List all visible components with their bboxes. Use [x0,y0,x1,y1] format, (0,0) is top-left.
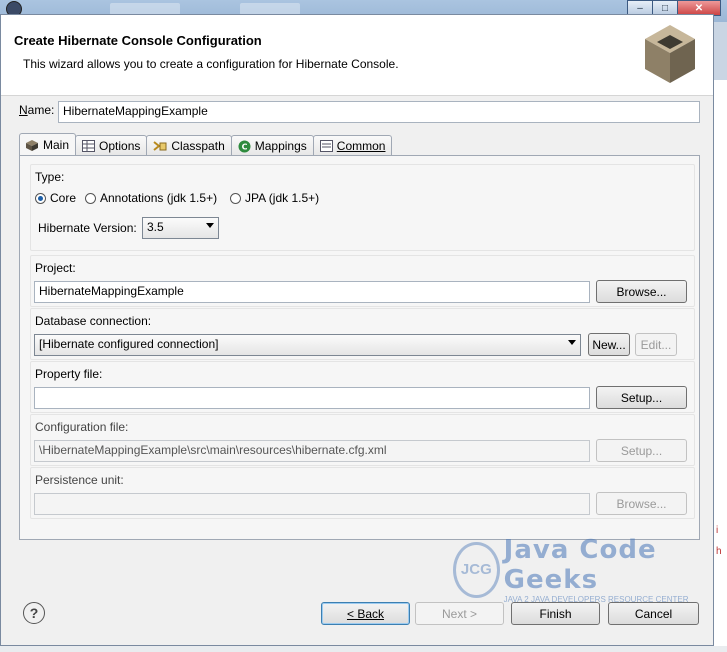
persistence-unit-input[interactable] [34,493,590,515]
radio-annotations-indicator [85,192,96,204]
radio-annotations-label: Annotations (jdk 1.5+) [100,191,218,205]
hibernate-logo-icon [645,25,695,83]
configuration-file-input[interactable]: \HibernateMappingExample\src\main\resour… [34,440,590,462]
next-button[interactable]: Next > [415,602,504,625]
tab-classpath-label: Classpath [171,139,225,153]
configuration-file-label: Configuration file: [35,420,129,434]
mappings-icon: C [238,140,251,152]
hibernate-version-value: 3.5 [147,220,164,234]
radio-jpa-label: JPA (jdk 1.5+) [245,191,320,205]
hibernate-version-select[interactable]: 3.5 [142,217,219,239]
main-tab-panel: Type: Core Annotations (jdk 1.5+) JPA (j… [19,155,700,540]
chevron-down-icon [206,223,214,228]
tab-options-label: Options [99,139,141,153]
svg-text:C: C [241,142,247,151]
radio-core[interactable]: Core [35,191,76,205]
property-group: Property file: Setup... [30,361,695,413]
project-input[interactable]: HibernateMappingExample [34,281,590,303]
persistence-browse-button[interactable]: Browse... [596,492,687,515]
configuration-setup-button[interactable]: Setup... [596,439,687,462]
taskbar-strip [0,646,727,652]
property-file-input[interactable] [34,387,590,409]
watermark-title: Java Code Geeks [503,535,657,595]
tab-main[interactable]: Main [19,133,77,156]
tab-classpath[interactable]: Classpath [146,135,232,156]
project-browse-button[interactable]: Browse... [596,280,687,303]
tab-common[interactable]: Common [312,135,393,156]
radio-core-indicator [35,192,46,204]
database-edit-button[interactable]: Edit... [635,333,677,356]
tab-mappings[interactable]: C Mappings [230,135,314,156]
property-setup-button[interactable]: Setup... [596,386,687,409]
watermark-text: Java Code Geeks JAVA 2 JAVA DEVELOPERS R… [504,535,713,604]
radio-jpa-indicator [230,192,241,204]
tab-common-label: Common [336,139,386,153]
hibernate-icon [26,139,38,151]
radio-core-label: Core [50,191,77,205]
persistence-unit-label: Persistence unit: [35,473,124,487]
name-label: Name: [19,103,55,117]
database-connection-value: [Hibernate configured connection] [39,337,219,351]
back-button-label: < Back [346,606,385,621]
radio-jpa[interactable]: JPA (jdk 1.5+) [230,191,319,205]
tab-options[interactable]: Options [75,135,148,156]
help-icon[interactable]: ? [23,602,45,624]
property-file-label: Property file: [35,367,103,381]
wizard-title: Create Hibernate Console Configuration [14,33,262,48]
configuration-group: Configuration file: \HibernateMappingExa… [30,414,695,466]
tab-main-label: Main [43,138,70,152]
watermark-logo: JCG [453,541,500,598]
watermark: JCG Java Code Geeks JAVA 2 JAVA DEVELOPE… [453,535,713,604]
hibernate-version-label: Hibernate Version: [38,221,137,235]
radio-annotations[interactable]: Annotations (jdk 1.5+) [85,191,217,205]
tab-bar: Main Options Classpath C Mappings Common [19,133,393,156]
configuration-name-input[interactable]: HibernateMappingExample [58,101,700,123]
tab-mappings-label: Mappings [254,139,307,153]
database-group: Database connection: [Hibernate configur… [30,308,695,360]
cancel-button[interactable]: Cancel [608,602,699,625]
chevron-down-icon [568,340,576,345]
background-text: h [716,546,722,557]
project-group: Project: HibernateMappingExample Browse.… [30,255,695,307]
type-label: Type: [35,170,65,184]
project-label: Project: [35,261,76,275]
database-connection-label: Database connection: [35,314,152,328]
database-connection-select[interactable]: [Hibernate configured connection] [34,334,581,356]
background-editor: i h [714,80,727,652]
table-icon [82,140,96,152]
wizard-header: Create Hibernate Console Configuration T… [1,15,713,96]
wizard-dialog: Create Hibernate Console Configuration T… [0,14,714,646]
persistence-group: Persistence unit: Browse... [30,467,695,519]
wizard-description: This wizard allows you to create a confi… [23,57,399,71]
background-text: i [716,525,719,536]
finish-button[interactable]: Finish [511,602,600,625]
classpath-icon [153,140,167,151]
database-new-button[interactable]: New... [588,333,630,356]
back-button[interactable]: < Back [321,602,410,625]
type-group: Type: Core Annotations (jdk 1.5+) JPA (j… [30,164,695,251]
common-icon [319,140,333,152]
